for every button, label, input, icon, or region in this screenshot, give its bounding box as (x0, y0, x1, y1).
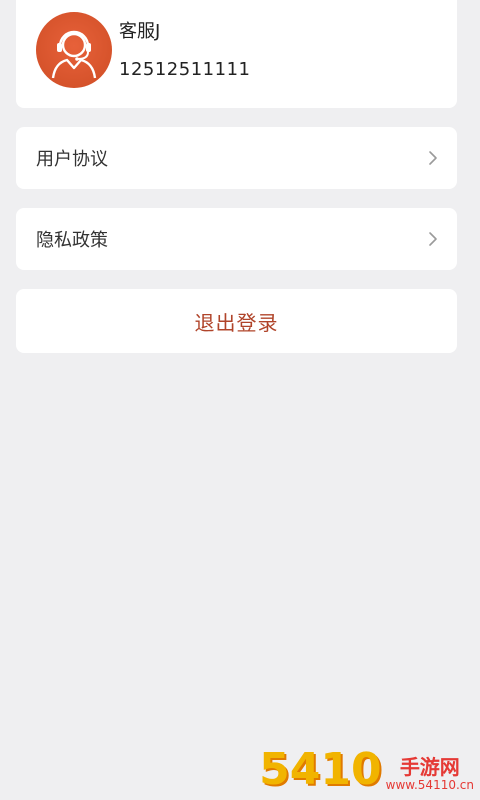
watermark-domain: www.54110.cn (385, 778, 474, 792)
watermark-text: 手游网 www.54110.cn (386, 756, 474, 792)
site-watermark: 5410 手游网 www.54110.cn (259, 744, 474, 795)
watermark-number: 5410 (259, 744, 382, 795)
profile-card[interactable]: 客服J 12512511111 (16, 0, 457, 108)
avatar (36, 12, 112, 88)
logout-label: 退出登录 (194, 310, 279, 335)
watermark-name: 手游网 (399, 755, 460, 779)
profile-name: 客服J (119, 21, 161, 42)
user-agreement-label: 用户协议 (36, 149, 108, 170)
privacy-policy-row[interactable]: 隐私政策 (16, 208, 457, 270)
profile-phone: 12512511111 (119, 59, 251, 80)
chevron-right-icon (427, 231, 439, 247)
chevron-right-icon (427, 150, 439, 166)
user-agreement-row[interactable]: 用户协议 (16, 127, 457, 189)
privacy-policy-label: 隐私政策 (36, 230, 108, 251)
customer-service-headset-icon (51, 30, 97, 79)
logout-button[interactable]: 退出登录 (16, 289, 457, 353)
